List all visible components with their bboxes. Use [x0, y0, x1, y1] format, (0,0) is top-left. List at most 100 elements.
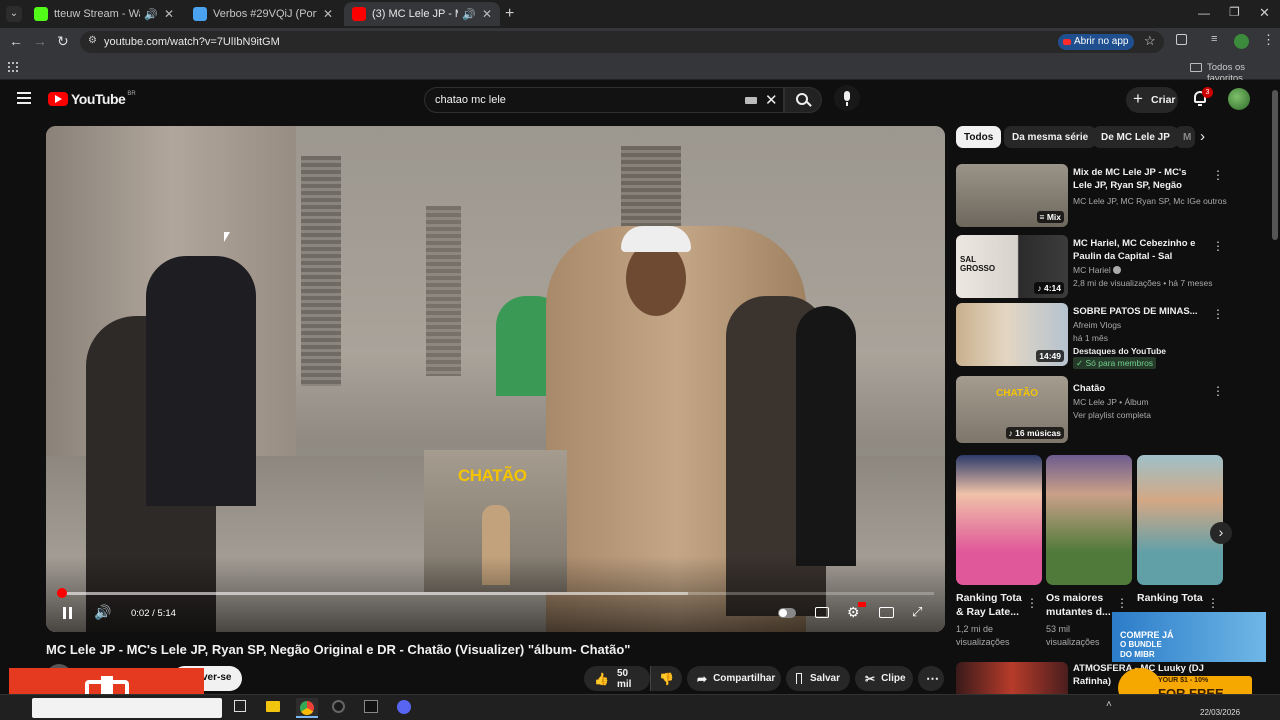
- chip-from-channel[interactable]: De MC Lele JP: [1093, 126, 1178, 148]
- short-thumbnail[interactable]: [956, 455, 1042, 585]
- more-vert-icon[interactable]: ⋮: [1116, 596, 1128, 610]
- video-thumbnail[interactable]: 14:49: [956, 303, 1068, 366]
- rec-channel: MC Lele JP, MC Ryan SP, Mc IGe outros: [1073, 196, 1227, 206]
- minimize-icon[interactable]: —: [1198, 6, 1210, 20]
- clip-button[interactable]: ✂ Clipe: [855, 666, 913, 691]
- autoplay-toggle[interactable]: [778, 608, 796, 618]
- chrome-icon[interactable]: [296, 698, 318, 718]
- short-thumbnail[interactable]: [1046, 455, 1132, 585]
- hamburger-menu-icon[interactable]: [17, 92, 31, 104]
- scissors-icon: ✂: [865, 671, 876, 686]
- reload-icon[interactable]: ↻: [57, 33, 69, 50]
- thumbnail-text: SAL GROSSO: [960, 255, 996, 273]
- chip-same-series[interactable]: Da mesma série: [1004, 126, 1097, 148]
- short-thumbnail[interactable]: [1137, 455, 1223, 585]
- subtitles-icon[interactable]: [815, 607, 829, 618]
- recommendation-item[interactable]: 14:49 SOBRE PATOS DE MINAS... Afreim Vlo…: [956, 303, 1224, 373]
- fullscreen-icon[interactable]: ⤢: [912, 604, 922, 620]
- close-tab-icon[interactable]: ✕: [323, 7, 333, 21]
- theater-mode-icon[interactable]: [879, 607, 894, 618]
- site-info-icon[interactable]: ⚙: [88, 35, 97, 46]
- close-tab-icon[interactable]: ✕: [482, 7, 492, 21]
- file-explorer-icon[interactable]: [266, 701, 280, 712]
- app-icon[interactable]: [364, 700, 378, 713]
- video-player[interactable]: CHATÃO 🔊 0:02 / 5:14 ⚙ ⤢: [46, 126, 945, 632]
- folder-icon: [1190, 63, 1202, 72]
- more-vert-icon[interactable]: ⋮: [1026, 596, 1038, 610]
- kick-favicon-icon: [34, 7, 48, 21]
- create-button[interactable]: + Criar: [1126, 87, 1178, 113]
- task-view-icon[interactable]: [234, 700, 246, 712]
- progress-bar[interactable]: [57, 588, 934, 598]
- page-scrollbar[interactable]: [1272, 90, 1278, 240]
- chip-all[interactable]: Todos: [956, 126, 1002, 148]
- tab-kick-stream[interactable]: tteuw Stream - Watch Live 🔊 ✕: [26, 2, 182, 26]
- view-full-playlist[interactable]: Ver playlist completa: [1073, 409, 1151, 421]
- media-controls-icon[interactable]: ≡: [1211, 33, 1217, 45]
- extensions-icon[interactable]: [1176, 34, 1187, 45]
- tab-title: Verbos #29VQiJ (Português) - G: [213, 8, 317, 20]
- playlist-thumbnail[interactable]: CHATÃO ♪ 16 músicas: [956, 376, 1068, 443]
- chip-more[interactable]: M: [1175, 126, 1195, 148]
- scrubber-handle[interactable]: [57, 588, 67, 598]
- short-title[interactable]: Ranking Tota & Ray Late...: [956, 591, 1032, 619]
- profile-avatar[interactable]: [1234, 34, 1249, 49]
- tab-youtube[interactable]: (3) MC Lele JP - MC's Lele J 🔊 ✕: [344, 2, 500, 26]
- voice-search-button[interactable]: [834, 85, 860, 111]
- close-window-icon[interactable]: ✕: [1259, 5, 1270, 21]
- bookmark-star-icon[interactable]: ☆: [1144, 33, 1156, 49]
- short-title[interactable]: Ranking Tota & Nina...: [1137, 591, 1213, 605]
- chips-next-arrow-icon[interactable]: ›: [1200, 128, 1205, 145]
- tab-search-icon[interactable]: ⌄: [6, 6, 22, 22]
- shutter-window: [426, 206, 461, 376]
- video-thumbnail[interactable]: ≡ Mix: [956, 164, 1068, 227]
- browser-menu-icon[interactable]: ⋮: [1262, 32, 1275, 48]
- address-bar[interactable]: ⚙ youtube.com/watch?v=7UlIbN9itGM Abrir …: [80, 31, 1164, 53]
- save-button[interactable]: Salvar: [786, 666, 850, 691]
- pause-button[interactable]: [62, 607, 74, 619]
- more-actions-button[interactable]: ⋯: [918, 666, 944, 691]
- more-vert-icon[interactable]: ⋮: [1212, 307, 1224, 321]
- back-icon[interactable]: ←: [9, 33, 23, 49]
- video-thumbnail[interactable]: [956, 662, 1068, 694]
- open-in-app-button[interactable]: Abrir no app: [1058, 34, 1135, 50]
- apps-grid-icon[interactable]: [8, 62, 18, 72]
- clear-search-icon[interactable]: ✕: [765, 91, 778, 109]
- search-input[interactable]: chatao mc lele ✕: [424, 87, 784, 113]
- volume-icon[interactable]: 🔊: [94, 604, 111, 621]
- doc-favicon-icon: [193, 7, 207, 21]
- search-button[interactable]: [784, 87, 822, 113]
- youtube-logo[interactable]: YouTube BR: [48, 91, 136, 107]
- account-avatar[interactable]: [1228, 88, 1250, 110]
- video-thumbnail[interactable]: SAL GROSSO ♪ 4:14: [956, 235, 1068, 298]
- notifications-bell-icon[interactable]: 3: [1192, 87, 1213, 107]
- tray-chevron-icon[interactable]: ˄: [1106, 699, 1112, 710]
- share-button[interactable]: ➦ Compartilhar: [687, 666, 781, 691]
- taskbar-search-box[interactable]: [32, 698, 222, 718]
- thumbnail-text: CHATÃO: [996, 388, 1039, 399]
- more-vert-icon[interactable]: ⋮: [1207, 596, 1219, 610]
- recommendation-item[interactable]: ≡ Mix Mix de MC Lele JP - MC's Lele JP, …: [956, 164, 1227, 230]
- clip-label: Clipe: [881, 673, 906, 684]
- browser-tab-bar: ⌄ tteuw Stream - Watch Live 🔊 ✕ Verbos #…: [0, 0, 1280, 28]
- forward-icon[interactable]: →: [33, 33, 47, 49]
- duration-badge: 14:49: [1036, 350, 1064, 362]
- more-vert-icon[interactable]: ⋮: [1212, 168, 1224, 182]
- recommendation-item[interactable]: CHATÃO ♪ 16 músicas Chatão MC Lele JP • …: [956, 376, 1224, 444]
- more-vert-icon[interactable]: ⋮: [1212, 239, 1224, 253]
- recommendation-item[interactable]: SAL GROSSO ♪ 4:14 MC Hariel, MC Cebezinh…: [956, 235, 1224, 301]
- rec-channel: MC Hariel: [1073, 264, 1122, 276]
- more-vert-icon[interactable]: ⋮: [1212, 384, 1224, 398]
- close-tab-icon[interactable]: ✕: [164, 7, 174, 21]
- like-button[interactable]: 👍 50 mil: [584, 666, 650, 691]
- mibr-ad-banner[interactable]: COMPRE JÁ O BUNDLE DO MIBR: [1112, 612, 1266, 662]
- new-tab-button[interactable]: +: [505, 5, 514, 23]
- keyboard-icon[interactable]: [745, 97, 757, 104]
- app-icon[interactable]: [332, 700, 345, 713]
- restore-icon[interactable]: ❐: [1229, 5, 1240, 19]
- dislike-button[interactable]: 👎: [650, 666, 682, 691]
- app-icon[interactable]: [397, 700, 411, 714]
- short-title[interactable]: Os maiores mutantes d...: [1046, 591, 1122, 619]
- shorts-next-button[interactable]: ›: [1210, 522, 1232, 544]
- tab-verbos[interactable]: Verbos #29VQiJ (Português) - G ✕: [185, 2, 341, 26]
